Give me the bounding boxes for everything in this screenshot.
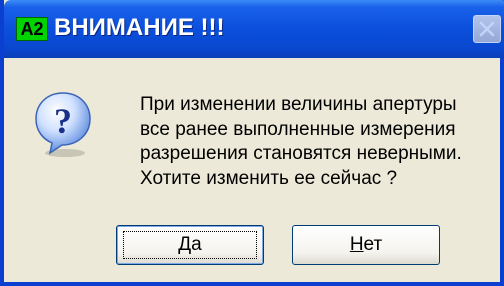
- message-line: Хотите изменить ее сейчас ?: [140, 167, 398, 189]
- message-line: все ранее выполненные измерения: [140, 118, 456, 140]
- app-badge: A2: [16, 17, 48, 41]
- message-line: При изменении величины апертуры: [140, 94, 457, 115]
- close-button[interactable]: [473, 15, 501, 43]
- close-x-icon: [479, 21, 495, 37]
- no-button-label: Нет: [349, 234, 383, 255]
- dialog-message: При изменении величины апертуры все ране…: [140, 93, 500, 191]
- dialog-title: ВНИМАНИЕ !!!: [54, 14, 225, 41]
- no-button[interactable]: Нет: [292, 225, 440, 265]
- yes-button-label: Да: [178, 234, 202, 255]
- dialog-window: A2 ВНИМАНИЕ !!! ? При изменении величины…: [0, 0, 504, 286]
- question-icon: ?: [35, 92, 91, 157]
- message-line: разрешения становятся неверными.: [140, 143, 462, 164]
- title-bar[interactable]: A2 ВНИМАНИЕ !!!: [4, 0, 504, 58]
- yes-button[interactable]: Да: [116, 225, 264, 265]
- svg-text:?: ?: [54, 101, 72, 141]
